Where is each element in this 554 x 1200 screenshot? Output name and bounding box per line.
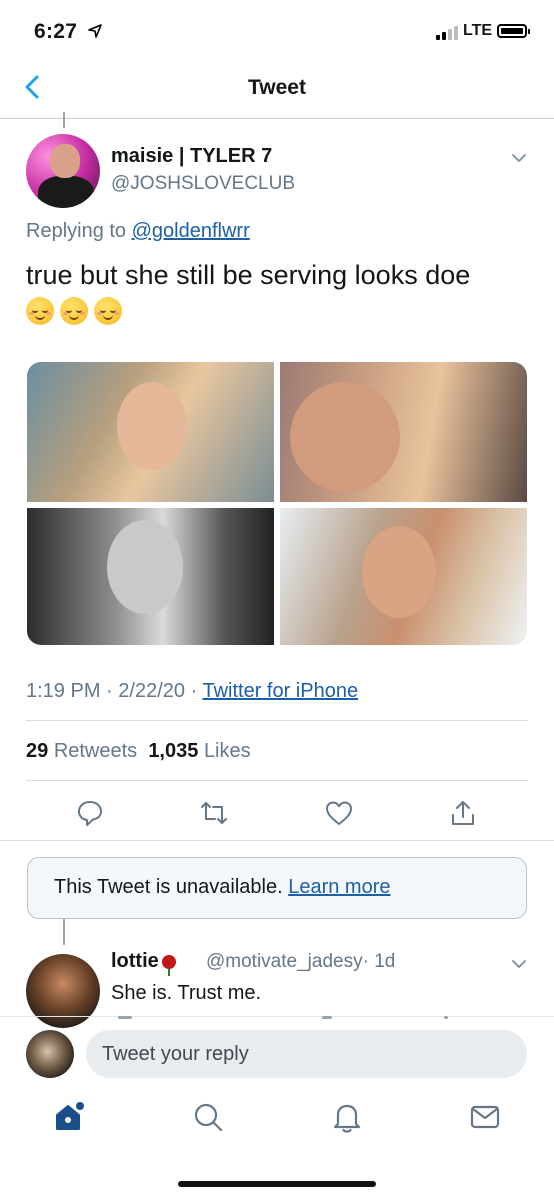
- likes-label: Likes: [203, 740, 251, 762]
- notifications-icon[interactable]: [330, 1100, 364, 1134]
- retweets-count: 29: [26, 740, 49, 762]
- thread-line: [63, 919, 65, 945]
- reply-handle-line: @motivate_jadesy· 1d: [206, 951, 395, 973]
- composer-placeholder: Tweet your reply: [102, 1043, 249, 1065]
- learn-more-link[interactable]: Learn more: [288, 876, 390, 898]
- reply-icon[interactable]: [75, 798, 105, 828]
- battery-icon: [497, 24, 530, 38]
- retweet-icon[interactable]: [199, 798, 229, 828]
- likes-stat[interactable]: 1,035 Likes: [148, 740, 250, 762]
- display-name[interactable]: maisie | TYLER 7: [111, 145, 272, 168]
- clock: 6:27: [34, 20, 78, 43]
- replying-to: Replying to @goldenflwrr: [26, 220, 250, 243]
- status-bar: 6:27 LTE: [0, 0, 554, 64]
- home-icon[interactable]: [53, 1100, 87, 1134]
- unavailable-text: This Tweet is unavailable.: [54, 876, 283, 898]
- divider: [26, 780, 528, 781]
- reply-handle[interactable]: @motivate_jadesy: [206, 951, 363, 972]
- location-arrow-icon: [88, 24, 102, 38]
- reply-composer[interactable]: Tweet your reply: [86, 1030, 527, 1078]
- nav-divider: [0, 118, 554, 119]
- search-icon[interactable]: [191, 1100, 225, 1134]
- home-indicator: [178, 1181, 376, 1187]
- chevron-down-icon[interactable]: [509, 148, 529, 168]
- chevron-down-icon[interactable]: [509, 954, 529, 974]
- my-avatar[interactable]: [26, 1030, 74, 1078]
- avatar[interactable]: [26, 134, 100, 208]
- tweet-date: 2/22/20: [118, 680, 186, 702]
- network-label: LTE: [463, 22, 493, 39]
- tweet-time: 1:19 PM: [26, 680, 101, 702]
- page-title: Tweet: [248, 76, 306, 99]
- heart-icon[interactable]: [324, 798, 354, 828]
- replying-to-link[interactable]: @goldenflwrr: [132, 220, 250, 242]
- tweet-text: true but she still be serving looks doe: [26, 258, 536, 326]
- user-handle[interactable]: @JOSHSLOVECLUB: [111, 173, 295, 195]
- meta-separator: ·: [106, 680, 113, 702]
- tweet-meta: 1:19 PM · 2/22/20 · Twitter for iPhone: [26, 680, 358, 703]
- messages-icon[interactable]: [468, 1100, 502, 1134]
- relieved-face-emoji-icon: [26, 296, 54, 325]
- relieved-face-emoji-icon: [94, 296, 122, 325]
- divider: [26, 720, 528, 721]
- tweet-body: true but she still be serving looks doe: [26, 260, 471, 290]
- unavailable-tweet-card: This Tweet is unavailable. Learn more: [27, 857, 527, 919]
- tweet-source-link[interactable]: Twitter for iPhone: [202, 680, 358, 702]
- retweets-stat[interactable]: 29 Retweets: [26, 740, 137, 762]
- tweet-photo[interactable]: [280, 362, 527, 502]
- share-icon[interactable]: [448, 798, 478, 828]
- replying-prefix: Replying to: [26, 220, 127, 242]
- relieved-face-emoji-icon: [60, 296, 88, 325]
- reply-name-text: lottie: [111, 950, 159, 972]
- rose-emoji-icon: [161, 954, 176, 976]
- signal-icon: [436, 26, 458, 40]
- reply-age: · 1d: [362, 951, 396, 972]
- likes-count: 1,035: [148, 740, 199, 762]
- unavailable-message: This Tweet is unavailable. Learn more: [54, 876, 391, 899]
- meta-separator: ·: [190, 680, 198, 702]
- tweet-stats: 29 Retweets 1,035 Likes: [26, 740, 251, 763]
- tweet-photo[interactable]: [280, 508, 527, 645]
- tweet-photo[interactable]: [27, 508, 274, 645]
- reply-actions-clipped: [118, 1016, 448, 1019]
- media-grid: [27, 362, 527, 645]
- reply-display-name[interactable]: lottie: [111, 950, 176, 976]
- tweet-photo[interactable]: [27, 362, 274, 502]
- divider: [0, 840, 554, 841]
- reply-text: She is. Trust me.: [111, 982, 262, 1004]
- retweets-label: Retweets: [53, 740, 138, 762]
- thread-line: [63, 112, 65, 128]
